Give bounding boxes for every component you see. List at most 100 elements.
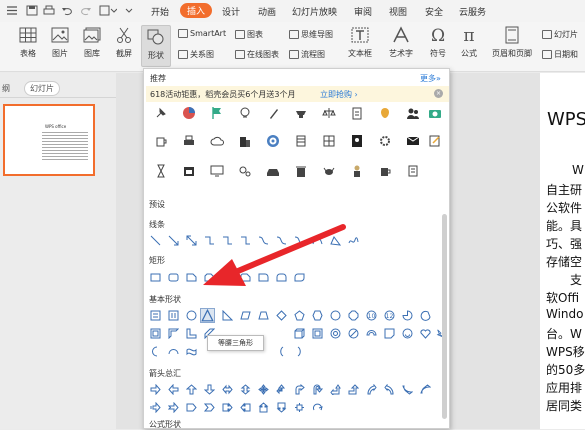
arrow-line-shape[interactable] [168,235,179,246]
diamond-shape[interactable] [276,310,287,321]
car-icon[interactable] [266,164,280,178]
pentagon-shape[interactable] [294,310,305,321]
arc-shape[interactable] [168,346,179,357]
screenshot-button[interactable]: 截屏 [110,26,138,59]
trapezoid-shape[interactable] [258,310,269,321]
left-right-up-arrow-shape[interactable] [276,384,287,395]
flowchart-button[interactable]: 流程图 [289,49,325,60]
tab-cloud[interactable]: 云服务 [459,5,486,18]
mindmap-button[interactable]: 思维导图 [289,29,333,40]
close-banner-icon[interactable]: × [434,89,443,98]
curved-right-arrow-shape[interactable] [366,384,377,395]
calendar-icon[interactable] [182,164,196,178]
half-frame-shape[interactable] [168,328,179,339]
target-icon[interactable] [266,134,280,148]
curved-double-arrow-shape[interactable] [294,235,305,246]
slide-number-button[interactable]: 幻灯片 [542,29,578,40]
more-link[interactable]: 更多» [420,73,441,84]
curve-shape[interactable] [312,235,323,246]
block-arc-shape[interactable] [366,328,377,339]
datetime-button[interactable]: 日期和 [542,49,578,60]
vertical-text-box-shape[interactable] [168,310,179,321]
heptagon-shape[interactable] [330,310,341,321]
folded-corner-shape[interactable] [384,328,395,339]
shapes-button[interactable]: 形状 [141,25,171,67]
left-right-arrow-shape[interactable] [222,384,233,395]
curved-up-arrow-shape[interactable] [402,384,413,395]
freeform-shape[interactable] [330,235,341,246]
grid-icon[interactable] [322,134,336,148]
snip-rectangle-shape[interactable] [186,272,197,283]
tab-animation[interactable]: 动画 [258,5,276,18]
chord-shape[interactable] [420,310,431,321]
u-turn-arrow-shape[interactable] [312,384,323,395]
symbol-button[interactable]: Ω 符号 [424,26,452,59]
parallelogram-shape[interactable] [240,310,251,321]
right-arrow-shape[interactable] [150,384,161,395]
edit-icon[interactable] [428,134,442,148]
notched-right-arrow-shape[interactable] [168,402,179,413]
round-same-side-shape[interactable] [276,272,287,283]
oval-shape[interactable] [186,310,197,321]
bevel-shape[interactable] [312,328,323,339]
left-arrow-callout-shape[interactable] [240,402,251,413]
elbow-double-arrow-shape[interactable] [240,235,251,246]
save-icon[interactable] [26,5,38,16]
tab-slideshow[interactable]: 幻灯片放映 [292,5,337,18]
crab-icon[interactable] [322,164,336,178]
down-arrow-callout-shape[interactable] [276,402,287,413]
outline-tab[interactable]: 纲 [2,83,10,94]
flag-icon[interactable] [210,106,224,120]
textbox-button[interactable]: 文本框 [343,26,377,59]
frame-shape[interactable] [150,328,161,339]
curved-arrow-shape[interactable] [276,235,287,246]
shape-format-icon[interactable] [99,5,117,16]
isosceles-triangle-shape[interactable] [200,308,215,323]
chart-button[interactable]: 图表 [235,29,263,40]
wordart-button[interactable]: 艺术字 [384,26,418,59]
cube-shape[interactable] [294,328,305,339]
tab-view[interactable]: 视图 [389,5,407,18]
curved-connector-shape[interactable] [258,235,269,246]
tab-insert[interactable]: 插入 [180,3,213,18]
dodecagon-shape[interactable]: 12 [384,310,395,321]
settings-icon[interactable] [238,164,252,178]
striped-right-arrow-shape[interactable] [150,402,161,413]
quad-arrow-shape[interactable] [258,384,269,395]
up-down-arrow-shape[interactable] [240,384,251,395]
right-bracket-shape[interactable] [294,346,305,357]
relation-button[interactable]: 关系图 [178,49,214,60]
redo-icon[interactable] [80,5,92,16]
elbow-connector-shape[interactable] [204,235,215,246]
gear-icon[interactable] [378,134,392,148]
decagon-shape[interactable]: 10 [366,310,377,321]
picture-button[interactable]: 图片 [46,26,74,59]
l-shape[interactable] [186,328,197,339]
snip-diagonal-shape[interactable] [222,272,233,283]
right-arrow-callout-shape[interactable] [222,402,233,413]
hourglass-icon[interactable] [154,164,168,178]
device-icon[interactable] [294,106,308,120]
tab-review[interactable]: 审阅 [354,5,372,18]
tab-start[interactable]: 开始 [151,5,169,18]
table-button[interactable]: 表格 [14,26,42,59]
hexagon-shape[interactable] [312,310,323,321]
left-bracket-shape[interactable] [276,346,287,357]
trash-icon[interactable] [294,164,308,178]
tab-security[interactable]: 安全 [425,5,443,18]
down-arrow-shape[interactable] [204,384,215,395]
rectangle-shape[interactable] [150,272,161,283]
line-shape[interactable] [150,235,161,246]
no-symbol-shape[interactable] [348,328,359,339]
printer-icon[interactable] [182,134,196,148]
up-arrow-callout-shape[interactable] [258,402,269,413]
slides-tab[interactable]: 幻灯片 [24,81,60,96]
quad-arrow-callout-shape[interactable] [294,402,305,413]
clipboard-icon[interactable] [350,106,364,120]
chevron-shape[interactable] [204,402,215,413]
formula-button[interactable]: π 公式 [457,26,481,59]
round-diagonal-shape[interactable] [294,272,305,283]
lightbulb-icon[interactable] [238,106,252,120]
smiley-face-shape[interactable] [402,328,413,339]
users-icon[interactable] [406,106,420,120]
